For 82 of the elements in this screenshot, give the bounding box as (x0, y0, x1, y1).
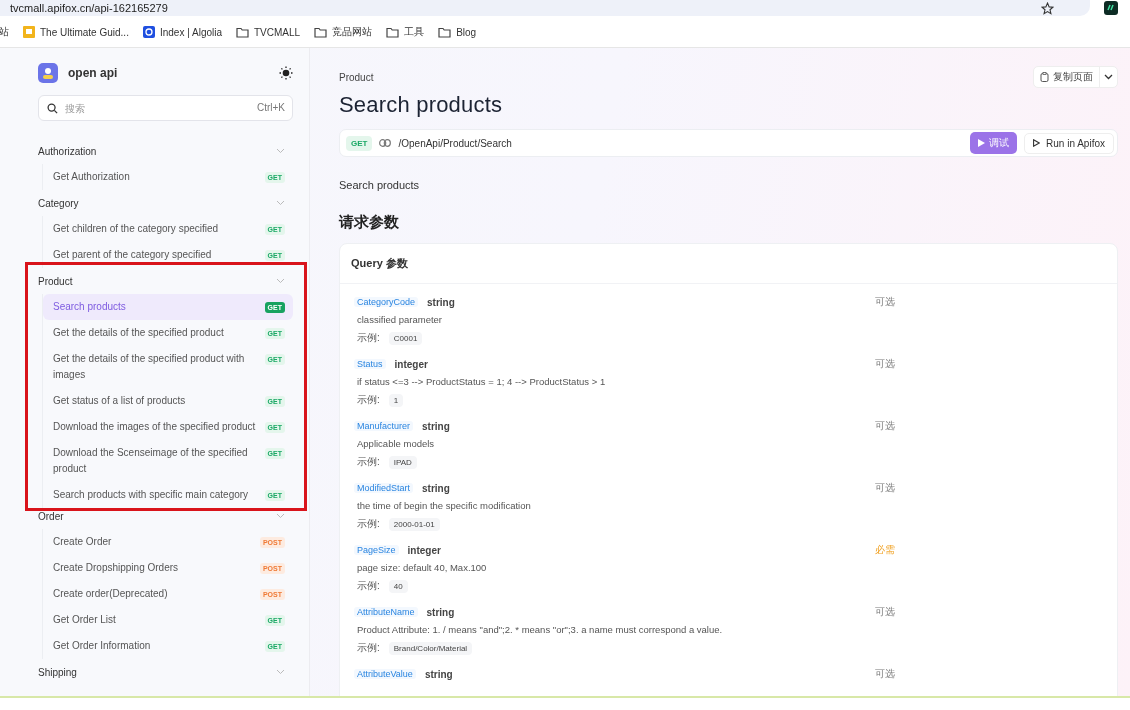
search-icon (47, 103, 58, 114)
endpoint-path: /OpenApi/Product/Search (398, 137, 513, 149)
example-label: 示例: (357, 331, 380, 345)
run-button[interactable]: Run in Apifox (1024, 132, 1114, 154)
param-type: string (422, 482, 450, 494)
folder-icon (314, 26, 328, 38)
play-icon (978, 139, 986, 147)
example-value: C0001 (388, 331, 423, 345)
page-title: Search products (339, 92, 504, 118)
param-description: if status <=3 --> ProductStatus = 1; 4 --> ProductStatus > 1 (357, 376, 607, 389)
card-title: Query 参数 (340, 244, 1117, 284)
param-description: Product Attribute: 1. / means "and";2. * means "or";3. a name must correspond a value. (357, 624, 724, 637)
example-label: 示例: (357, 517, 380, 531)
param-description: page size: default 40, Max.100 (357, 562, 488, 575)
section-title: 请求参数 (339, 213, 400, 232)
theme-toggle-icon[interactable] (279, 66, 293, 80)
param-type: integer (394, 358, 428, 370)
chevron-icon (276, 513, 285, 519)
param-name: ModifiedStart (354, 483, 414, 493)
param-description: Applicable models (357, 438, 436, 451)
param-type: integer (407, 544, 441, 556)
project-logo-icon (38, 63, 58, 83)
param-description: the time of begin the specific modification (357, 500, 532, 513)
bookmark[interactable]: TVCMALL (236, 26, 301, 38)
api-description: Search products (339, 179, 421, 191)
example-label: 示例: (357, 641, 380, 655)
method-badge: GET (346, 135, 373, 151)
param-name: PageSize (354, 545, 399, 555)
folder-icon (386, 26, 400, 38)
param-type: string (424, 668, 453, 680)
example-value: 40 (388, 579, 408, 593)
example-label: 示例: (357, 455, 380, 469)
param-requirement: 可选 (875, 605, 895, 619)
param-type: string (422, 420, 450, 432)
bookmark[interactable]: 工具 (386, 25, 425, 39)
param-name: CategoryCode (354, 297, 419, 307)
param-type: string (426, 606, 455, 618)
group-header[interactable]: Authorization (38, 138, 293, 164)
example-value: Brand/Color/Material (388, 641, 473, 655)
param-requirement: 必需 (875, 543, 895, 557)
group-header[interactable]: Order (38, 503, 293, 529)
example-label: 示例: (357, 393, 380, 407)
bookmark[interactable]: Blog (438, 26, 477, 38)
star-icon[interactable] (1041, 1, 1054, 15)
link-icon[interactable] (379, 139, 392, 147)
breadcrumb[interactable]: Product (339, 71, 374, 83)
param-requirement: 可选 (875, 667, 895, 681)
bookmark[interactable]: 竞品网站 (314, 25, 373, 39)
param-description: classified parameter (357, 314, 443, 327)
group-header[interactable]: Category (38, 190, 293, 216)
site-icon (23, 26, 35, 38)
example-value: 1 (388, 393, 404, 407)
group-header[interactable]: Shipping (38, 659, 293, 685)
example-label: 示例: (357, 579, 380, 593)
copy-icon (1040, 72, 1049, 82)
folder-icon (236, 26, 249, 38)
project-name: open api (68, 66, 118, 80)
bookmark[interactable]: The Ultimate Guid... (23, 26, 129, 38)
param-requirement: 可选 (875, 295, 895, 309)
chevron-icon (276, 278, 285, 284)
folder-icon (438, 26, 452, 38)
chevron-icon (276, 148, 285, 154)
param-requirement: 可选 (875, 419, 895, 433)
param-name: Manufacturer (354, 421, 414, 431)
param-type: string (427, 296, 455, 308)
group-header[interactable]: Product (38, 268, 293, 294)
param-name: AttributeName (354, 607, 418, 617)
param-requirement: 可选 (875, 481, 895, 495)
play-icon (1033, 139, 1041, 147)
param-requirement: 可选 (875, 357, 895, 371)
param-name: Status (354, 359, 386, 369)
example-value: IPAD (388, 455, 417, 469)
param-name: AttributeValue (354, 669, 416, 679)
chevron-icon (276, 200, 285, 206)
chevron-icon (276, 669, 285, 675)
shortcut-hint: Ctrl+K (256, 102, 285, 113)
chevron-icon (1104, 74, 1113, 80)
site-icon (142, 26, 155, 38)
url-text[interactable]: tvcmall.apifox.cn/api-162165279 (10, 2, 168, 14)
example-value: 2000-01-01 (388, 517, 440, 531)
extension-icon[interactable] (1104, 1, 1118, 15)
bookmark[interactable]: Index | Algolia (142, 26, 222, 38)
